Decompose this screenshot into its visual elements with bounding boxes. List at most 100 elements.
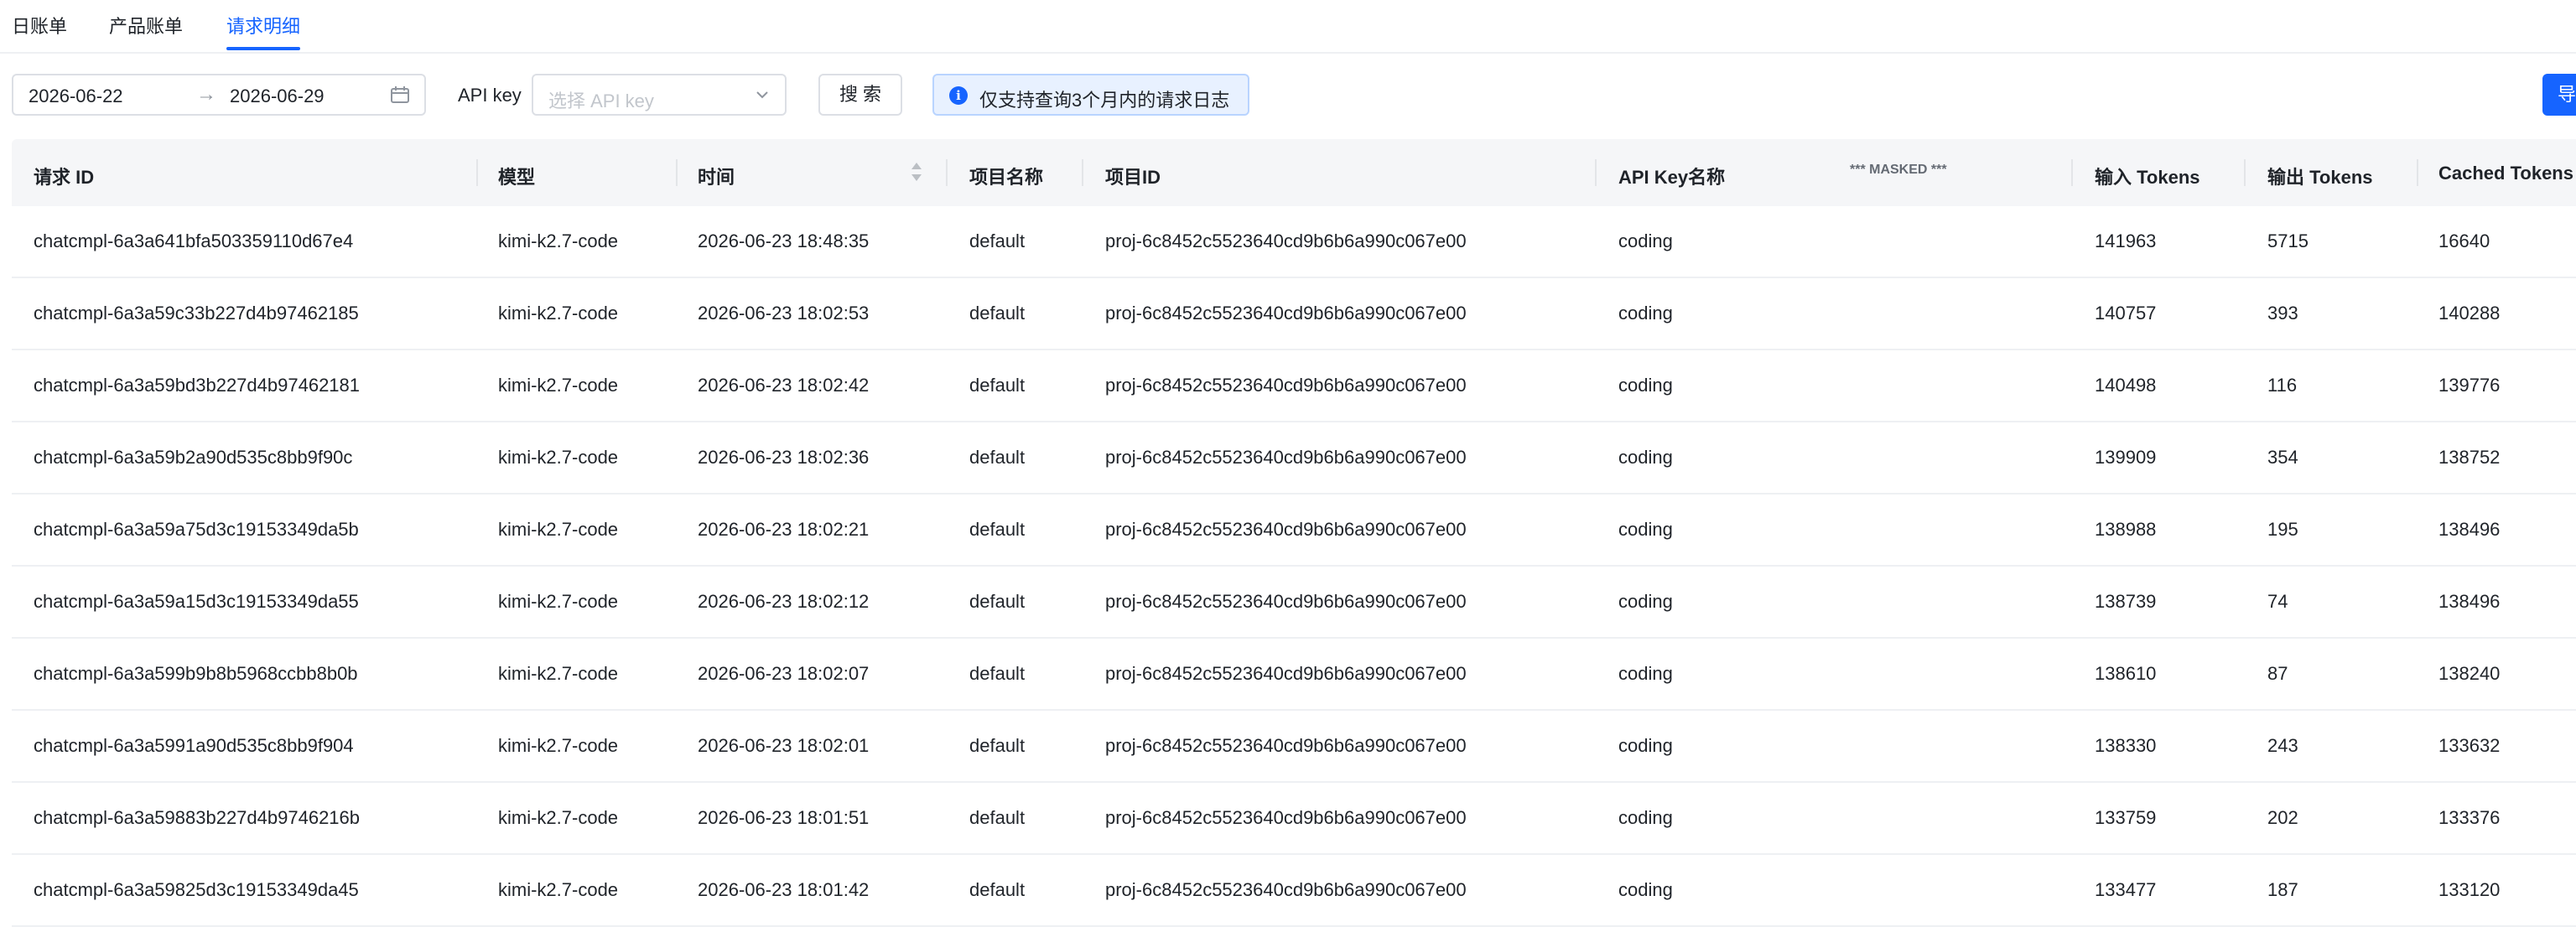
column-divider (476, 159, 478, 186)
sort-icon[interactable] (911, 159, 922, 184)
column-header-time[interactable]: 时间 (698, 163, 735, 189)
project-id-cell: proj-6c8452c5523640cd9b6b6a990c067e00 (1105, 230, 1467, 251)
api-key-name-cell: coding (1618, 663, 1673, 684)
end-date-input[interactable]: 2026-06-29 (230, 85, 325, 107)
cached-tokens-cell: 138752 (2438, 447, 2501, 468)
table-row[interactable]: chatcmpl-6a3a641bfa503359110d67e4 kimi-k2… (12, 206, 2576, 278)
output-tokens-cell: 5715 (2267, 230, 2309, 251)
info-icon: i (949, 86, 968, 105)
project-name-cell: default (969, 591, 1026, 612)
output-tokens-cell: 87 (2267, 663, 2288, 684)
time-cell: 2026-06-23 18:01:42 (698, 879, 870, 900)
column-divider (1595, 159, 1597, 186)
table-row[interactable]: chatcmpl-6a3a59b2a90d535c8bb9f90c kimi-k2… (12, 422, 2576, 494)
table-row[interactable]: chatcmpl-6a3a5991a90d535c8bb9f904 kimi-k2… (12, 711, 2576, 783)
input-tokens-cell: 138610 (2095, 663, 2157, 684)
api-key-label: API key (458, 85, 522, 106)
output-tokens-cell: 354 (2267, 447, 2298, 468)
table-row[interactable]: chatcmpl-6a3a59c33b227d4b97462185 kimi-k2… (12, 278, 2576, 350)
request-id-cell: chatcmpl-6a3a59a75d3c19153349da5b (34, 519, 359, 540)
input-tokens-cell: 138988 (2095, 519, 2157, 540)
model-cell: kimi-k2.7-code (498, 735, 619, 756)
cached-tokens-cell: 140288 (2438, 303, 2501, 324)
column-header-project-name: 项目名称 (969, 167, 1044, 188)
time-cell: 2026-06-23 18:02:53 (698, 303, 870, 324)
api-key-name-cell: coding (1618, 303, 1673, 324)
table-row[interactable]: chatcmpl-6a3a59a15d3c19153349da55 kimi-k2… (12, 567, 2576, 639)
api-key-name-cell: coding (1618, 735, 1673, 756)
input-tokens-cell: 139909 (2095, 447, 2157, 468)
start-date-input[interactable]: 2026-06-22 (29, 85, 123, 107)
request-id-cell: chatcmpl-6a3a59a15d3c19153349da55 (34, 591, 359, 612)
input-tokens-cell: 140757 (2095, 303, 2157, 324)
request-id-cell: chatcmpl-6a3a59b2a90d535c8bb9f90c (34, 447, 353, 468)
info-notice: i 仅支持查询3个月内的请求日志 (932, 74, 1249, 116)
column-divider (676, 159, 678, 186)
masked-column-header: *** MASKED *** (1850, 163, 1947, 177)
tab-bar: 日账单 产品账单 请求明细 (0, 0, 2576, 54)
input-tokens-cell: 141963 (2095, 230, 2157, 251)
project-id-cell: proj-6c8452c5523640cd9b6b6a990c067e00 (1105, 375, 1467, 396)
table-header: 请求 ID 模型 时间 项目名称 项目ID API Key名称 *** MASK… (12, 139, 2576, 206)
project-name-cell: default (969, 230, 1026, 251)
request-id-cell: chatcmpl-6a3a59bd3b227d4b97462181 (34, 375, 361, 396)
model-cell: kimi-k2.7-code (498, 879, 619, 900)
column-header-cached-tokens: Cached Tokens (2438, 163, 2573, 184)
request-id-cell: chatcmpl-6a3a599b9b8b5968ccbb8b0b (34, 663, 358, 684)
search-button[interactable]: 搜 索 (818, 74, 902, 116)
request-id-cell: chatcmpl-6a3a59c33b227d4b97462185 (34, 303, 359, 324)
output-tokens-cell: 202 (2267, 807, 2298, 828)
project-name-cell: default (969, 735, 1026, 756)
export-button[interactable]: 导 (2542, 74, 2576, 116)
project-id-cell: proj-6c8452c5523640cd9b6b6a990c067e00 (1105, 447, 1467, 468)
input-tokens-cell: 133477 (2095, 879, 2157, 900)
arrow-right-icon: → (196, 83, 216, 106)
project-id-cell: proj-6c8452c5523640cd9b6b6a990c067e00 (1105, 735, 1467, 756)
api-key-select[interactable]: 选择 API key (532, 74, 787, 116)
time-cell: 2026-06-23 18:02:42 (698, 375, 870, 396)
project-name-cell: default (969, 663, 1026, 684)
model-cell: kimi-k2.7-code (498, 519, 619, 540)
project-name-cell: default (969, 519, 1026, 540)
table-row[interactable]: chatcmpl-6a3a59bd3b227d4b97462181 kimi-k2… (12, 350, 2576, 422)
cached-tokens-cell: 133120 (2438, 879, 2501, 900)
tab-product-bill[interactable]: 产品账单 (109, 12, 183, 39)
model-cell: kimi-k2.7-code (498, 303, 619, 324)
table-row[interactable]: chatcmpl-6a3a59883b227d4b9746216b kimi-k2… (12, 783, 2576, 855)
api-key-name-cell: coding (1618, 230, 1673, 251)
model-cell: kimi-k2.7-code (498, 807, 619, 828)
table-row[interactable]: chatcmpl-6a3a59825d3c19153349da45 kimi-k2… (12, 855, 2576, 927)
project-id-cell: proj-6c8452c5523640cd9b6b6a990c067e00 (1105, 879, 1467, 900)
column-divider (1082, 159, 1083, 186)
model-cell: kimi-k2.7-code (498, 591, 619, 612)
model-cell: kimi-k2.7-code (498, 663, 619, 684)
calendar-icon[interactable] (391, 86, 409, 103)
project-name-cell: default (969, 375, 1026, 396)
model-cell: kimi-k2.7-code (498, 230, 619, 251)
table-body: chatcmpl-6a3a641bfa503359110d67e4 kimi-k2… (12, 206, 2576, 927)
tab-request-details[interactable]: 请求明细 (226, 12, 300, 39)
column-header-model: 模型 (498, 167, 536, 188)
project-name-cell: default (969, 447, 1026, 468)
request-id-cell: chatcmpl-6a3a59883b227d4b9746216b (34, 807, 361, 828)
output-tokens-cell: 116 (2267, 375, 2298, 396)
input-tokens-cell: 133759 (2095, 807, 2157, 828)
date-range-picker[interactable]: 2026-06-22 → 2026-06-29 (12, 74, 426, 116)
cached-tokens-cell: 133376 (2438, 807, 2501, 828)
project-id-cell: proj-6c8452c5523640cd9b6b6a990c067e00 (1105, 591, 1467, 612)
request-id-cell: chatcmpl-6a3a641bfa503359110d67e4 (34, 230, 354, 251)
project-id-cell: proj-6c8452c5523640cd9b6b6a990c067e00 (1105, 519, 1467, 540)
api-key-name-cell: coding (1618, 879, 1673, 900)
column-header-output-tokens: 输出 Tokens (2267, 167, 2373, 188)
table-row[interactable]: chatcmpl-6a3a59a75d3c19153349da5b kimi-k2… (12, 494, 2576, 567)
cached-tokens-cell: 16640 (2438, 230, 2490, 251)
output-tokens-cell: 195 (2267, 519, 2298, 540)
output-tokens-cell: 243 (2267, 735, 2298, 756)
api-key-name-cell: coding (1618, 447, 1673, 468)
column-divider (2417, 159, 2418, 186)
time-cell: 2026-06-23 18:02:36 (698, 447, 870, 468)
notice-text: 仅支持查询3个月内的请求日志 (979, 90, 1230, 111)
time-cell: 2026-06-23 18:02:07 (698, 663, 870, 684)
table-row[interactable]: chatcmpl-6a3a599b9b8b5968ccbb8b0b kimi-k2… (12, 639, 2576, 711)
tab-daily-bill[interactable]: 日账单 (12, 12, 67, 39)
